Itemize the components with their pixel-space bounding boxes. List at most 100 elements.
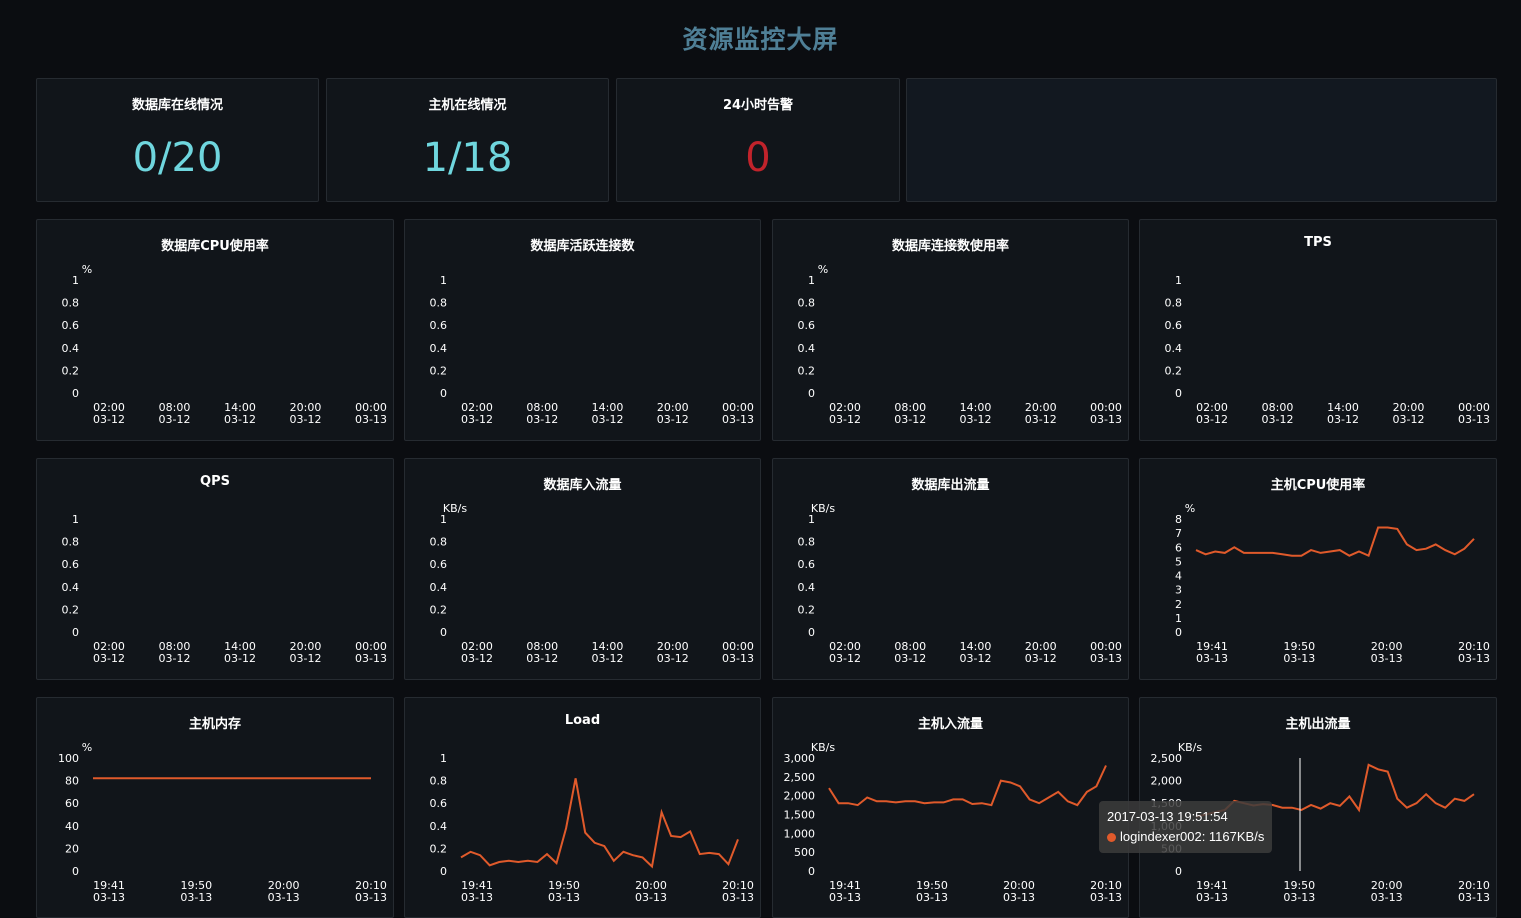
y-tick-label: 0.4 [798,342,816,355]
chart-svg: 00.20.40.60.81%02:0003-1208:0003-1214:00… [62,263,387,426]
y-tick-label: 0.6 [430,558,448,571]
chart-card-db-connection-usage[interactable]: 数据库连接数使用率 0 0.2 0.4 0.6 0.8 1% 02:00 03-12 08:00… [772,219,1129,441]
y-tick-label: 0.6 [798,319,816,332]
chart-svg: 00.20.40.60.8102:0003-1208:0003-1214:000… [62,513,387,665]
chart-svg: 00.20.40.60.8102:0003-1208:0003-1214:000… [1165,274,1490,426]
x-tick-date: 03-12 [1025,413,1057,426]
chart-card-db-outbound[interactable]: 数据库出流量 0 0.2 0.4 0.6 0.8 1 KB/s 02:00 03-12 08:00… [772,458,1129,680]
x-tick-date: 03-13 [1003,891,1035,904]
y-tick-label: 0.2 [1165,364,1183,377]
y-unit-label: % [82,263,92,276]
chart-svg: 012345678%19:4103-1319:5003-1320:0003-13… [1175,502,1490,665]
x-tick-date: 03-12 [657,413,689,426]
y-tick-label: 0.6 [62,558,80,571]
y-unit-label: KB/s [811,741,835,754]
x-tick-date: 03-13 [722,413,754,426]
x-tick-date: 03-12 [829,652,861,665]
y-tick-label: 0.2 [430,603,448,616]
chart-tooltip: 2017-03-13 19:51:54 logindexer002: 1167K… [1099,801,1273,853]
chart-card-db-inbound[interactable]: 数据库入流量 0 0.2 0.4 0.6 0.8 1 KB/s 02:00 03-12 08:00… [404,458,761,680]
x-tick-date: 03-12 [1025,652,1057,665]
stat-label: 数据库在线情况 [131,98,223,113]
x-tick-date: 03-13 [1283,652,1315,665]
chart-card-db-cpu[interactable]: 数据库CPU使用率 0 0.2 0.4 0.6 0.8 1% 02:00 03-12 08:00… [36,219,394,441]
tooltip-value: 1167KB/s [1208,829,1265,844]
chart-svg: 020406080100%19:4103-1319:5003-1320:0003… [58,741,387,904]
x-tick-date: 03-12 [461,652,493,665]
page-title: 资源监控大屏 [682,25,839,54]
x-tick-date: 03-13 [1196,652,1228,665]
x-tick-date: 03-12 [592,413,624,426]
y-tick-label: 80 [65,775,79,788]
y-tick-label: 1,000 [784,827,816,840]
y-tick-label: 0 [1175,387,1182,400]
y-tick-label: 0.2 [798,364,816,377]
y-tick-label: 2 [1175,598,1182,611]
y-tick-label: 2,500 [784,771,816,784]
y-tick-label: 1,500 [784,809,816,822]
x-tick-date: 03-13 [1458,891,1490,904]
blank-panel [906,78,1497,202]
y-tick-label: 0.2 [62,364,80,377]
x-tick-date: 03-13 [1458,652,1490,665]
y-tick-label: 0.4 [430,342,448,355]
stat-card-database-online[interactable]: 数据库在线情况 0/20 [36,78,319,202]
y-tick-label: 0.8 [62,297,80,310]
x-tick-date: 03-12 [93,413,125,426]
y-tick-label: 0.4 [62,342,80,355]
y-tick-label: 0.2 [62,603,80,616]
y-tick-label: 1 [72,274,79,287]
y-tick-label: 1 [1175,274,1182,287]
x-tick-date: 03-13 [461,891,493,904]
tooltip-time: 2017-03-13 19:51:54 [1107,809,1228,824]
x-tick-date: 03-12 [960,413,992,426]
x-tick-date: 03-13 [916,891,948,904]
chart-card-host-cpu[interactable]: 主机CPU使用率 0 1 2 3 4 5 6 7 8% 19:41 03-13 19:50 03-13 2… [1139,458,1497,680]
chart-card-load[interactable]: Load 0 0.2 0.4 0.6 0.8 1 19:41 03-13 19:50 03-13 2… [404,697,761,918]
chart-card-db-active-connections[interactable]: 数据库活跃连接数 0 0.2 0.4 0.6 0.8 1 02:00 03-12 08:00 03… [404,219,761,441]
x-tick-date: 03-12 [1262,413,1294,426]
y-tick-label: 1 [1175,612,1182,625]
x-tick-date: 03-12 [960,652,992,665]
y-tick-label: 0.6 [430,797,448,810]
x-tick-date: 03-12 [461,413,493,426]
x-tick-date: 03-12 [224,413,256,426]
x-tick-date: 03-12 [526,413,558,426]
y-tick-label: 0 [440,865,447,878]
x-tick-date: 03-13 [1090,652,1122,665]
y-unit-label: % [1185,502,1195,515]
y-tick-label: 0.8 [62,536,80,549]
chart-card-host-inbound[interactable]: 主机入流量 0 500 1,000 1,500 2,000 2,500 3,000 KB/s 1… [772,697,1129,918]
chart-svg: 00.20.40.60.81KB/s02:0003-1208:0003-1214… [430,502,754,665]
chart-card-qps[interactable]: QPS 0 0.2 0.4 0.6 0.8 1 02:00 03-12 08:00 03-12 14… [36,458,394,680]
y-tick-label: 6 [1175,541,1182,554]
tooltip-series: logindexer002 [1120,829,1202,844]
y-tick-label: 0.4 [798,581,816,594]
y-tick-label: 20 [65,842,79,855]
x-tick-date: 03-13 [635,891,667,904]
y-unit-label: % [82,741,92,754]
chart-card-host-memory[interactable]: 主机内存 0 20 40 60 80 100% 19:41 03-13 19:50 03-13 20… [36,697,394,918]
series-dot-icon [1107,833,1116,843]
x-tick-date: 03-13 [722,891,754,904]
chart-svg: 00.20.40.60.81%02:0003-1208:0003-1214:00… [798,263,1122,426]
chart-svg: 00.20.40.60.8102:0003-1208:0003-1214:000… [430,274,754,426]
tooltip-row: logindexer002: 1167KB/s [1107,827,1264,847]
x-tick-date: 03-13 [1196,891,1228,904]
y-unit-label: KB/s [1178,741,1202,754]
y-tick-label: 0.4 [62,581,80,594]
y-tick-label: 1 [440,752,447,765]
y-tick-label: 0.8 [430,297,448,310]
x-tick-date: 03-13 [722,652,754,665]
stat-card-host-online[interactable]: 主机在线情况 1/18 [326,78,609,202]
chart-card-tps[interactable]: TPS 0 0.2 0.4 0.6 0.8 1 02:00 03-12 08:00 03-12 14… [1139,219,1497,441]
x-tick-date: 03-13 [548,891,580,904]
y-tick-label: 1 [808,274,815,287]
y-tick-label: 1 [72,513,79,526]
y-tick-label: 0 [808,865,815,878]
y-tick-label: 1 [440,274,447,287]
y-unit-label: KB/s [443,502,467,515]
stat-card-24h-alerts[interactable]: 24小时告警 0 [616,78,900,202]
x-tick-date: 03-12 [894,413,926,426]
chart-svg: 05001,0001,5002,0002,5003,000KB/s19:4103… [784,741,1122,904]
